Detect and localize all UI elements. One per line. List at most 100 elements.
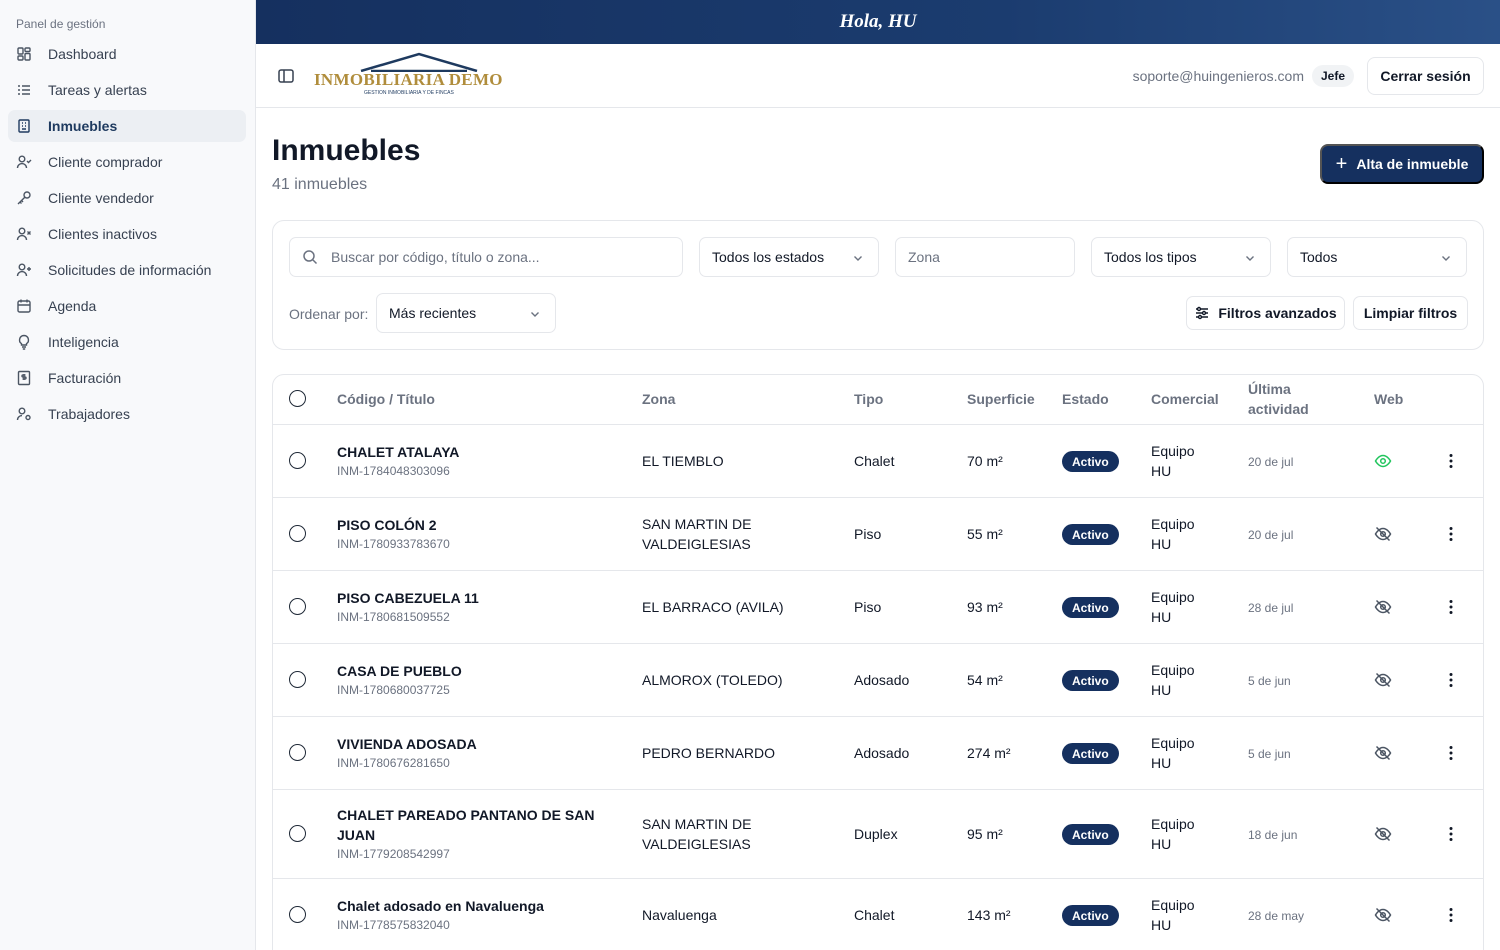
row-select-checkbox[interactable] (289, 525, 306, 542)
sidebar-item-label: Cliente vendedor (48, 190, 154, 206)
company-logo: INMOBILIARIA DEMO GESTION INMOBILIARIA Y… (314, 50, 514, 102)
property-title-line1[interactable]: CHALET PAREADO PANTANO DE SAN (337, 805, 594, 825)
page-title: Inmuebles (272, 134, 421, 167)
sidebar-item-facturacion[interactable]: Facturación (8, 362, 246, 394)
status-badge: Activo (1062, 905, 1119, 926)
property-comercial: Equipo HU (1151, 441, 1195, 481)
sidebar-item-agenda[interactable]: Agenda (8, 290, 246, 322)
table-row[interactable]: PISO CABEZUELA 11 INM-1780681509552 EL B… (273, 571, 1483, 644)
table-row[interactable]: CHALET ATALAYA INM-1784048303096 EL TIEM… (273, 425, 1483, 498)
sidebar-item-trabajadores[interactable]: Trabajadores (8, 398, 246, 430)
column-header-web[interactable]: Web (1374, 389, 1403, 409)
estado-select-value: Todos los estados (712, 249, 825, 265)
eye-icon[interactable] (1374, 452, 1392, 470)
property-code: INM-1780933783670 (337, 537, 450, 551)
select-all-checkbox[interactable] (289, 390, 306, 407)
more-actions-icon[interactable] (1442, 525, 1460, 543)
property-title-cell: PISO CABEZUELA 11 INM-1780681509552 (337, 588, 479, 626)
column-header-tipo[interactable]: Tipo (854, 389, 883, 409)
property-superficie: 143 m² (967, 907, 1011, 923)
sidebar-item-clientes-inactivos[interactable]: Clientes inactivos (8, 218, 246, 250)
logo-roof-icon (360, 52, 478, 72)
column-header-ultima-actividad[interactable]: Última actividad (1248, 379, 1309, 419)
property-code: INM-1784048303096 (337, 464, 450, 478)
eye-off-icon[interactable] (1374, 525, 1392, 543)
comercial-line1: Equipo (1151, 735, 1195, 751)
property-zona: PEDRO BERNARDO (642, 745, 776, 761)
zona-line1: SAN MARTIN DE (642, 516, 752, 532)
eye-off-icon[interactable] (1374, 825, 1392, 843)
column-header-zona[interactable]: Zona (642, 389, 675, 409)
more-actions-icon[interactable] (1442, 744, 1460, 762)
clear-filters-button[interactable]: Limpiar filtros (1353, 296, 1468, 330)
property-title[interactable]: Chalet adosado en Navaluenga (337, 896, 544, 916)
property-zona: Navaluenga (642, 907, 717, 923)
eye-off-icon[interactable] (1374, 744, 1392, 762)
property-title[interactable]: PISO CABEZUELA 11 (337, 588, 479, 608)
search-placeholder: Buscar por código, título o zona... (331, 249, 540, 265)
more-actions-icon[interactable] (1442, 825, 1460, 843)
properties-table: Código / Título Zona Tipo Superficie Est… (272, 374, 1484, 950)
sidebar-item-label: Dashboard (48, 46, 117, 62)
property-zona: SAN MARTIN DE VALDEIGLESIAS (642, 514, 751, 554)
sort-select[interactable]: Más recientes (376, 293, 556, 333)
column-header-superficie[interactable]: Superficie (967, 389, 1035, 409)
web-select[interactable]: Todos (1287, 237, 1467, 277)
table-row[interactable]: CHALET PAREADO PANTANO DE SAN JUAN INM-1… (273, 790, 1483, 879)
user-cog-icon (16, 406, 32, 422)
property-comercial: Equipo HU (1151, 587, 1195, 627)
advanced-filters-button[interactable]: Filtros avanzados (1186, 296, 1345, 330)
estado-select[interactable]: Todos los estados (699, 237, 879, 277)
column-header-estado[interactable]: Estado (1062, 389, 1109, 409)
row-select-checkbox[interactable] (289, 906, 306, 923)
property-title[interactable]: CASA DE PUEBLO (337, 661, 462, 681)
eye-off-icon[interactable] (1374, 598, 1392, 616)
property-title-cell: Chalet adosado en Navaluenga INM-1778575… (337, 896, 544, 934)
property-comercial: Equipo HU (1151, 733, 1195, 773)
search-input[interactable]: Buscar por código, título o zona... (289, 237, 683, 277)
sidebar-item-cliente-vendedor[interactable]: Cliente vendedor (8, 182, 246, 214)
row-select-checkbox[interactable] (289, 744, 306, 761)
more-actions-icon[interactable] (1442, 906, 1460, 924)
sidebar-item-dashboard[interactable]: Dashboard (8, 38, 246, 70)
top-header: INMOBILIARIA DEMO GESTION INMOBILIARIA Y… (256, 44, 1500, 108)
column-header-comercial[interactable]: Comercial (1151, 389, 1219, 409)
row-select-checkbox[interactable] (289, 671, 306, 688)
sidebar-nav: Dashboard Tareas y alertas Inmuebles Cli… (8, 38, 246, 434)
add-property-button[interactable]: + Alta de inmueble (1320, 144, 1484, 184)
sidebar-toggle-icon[interactable] (276, 66, 296, 86)
sort-select-value: Más recientes (389, 305, 477, 321)
row-select-checkbox[interactable] (289, 825, 306, 842)
sidebar-item-tareas[interactable]: Tareas y alertas (8, 74, 246, 106)
tipo-select[interactable]: Todos los tipos (1091, 237, 1271, 277)
row-select-checkbox[interactable] (289, 452, 306, 469)
sidebar-item-inteligencia[interactable]: Inteligencia (8, 326, 246, 358)
row-select-checkbox[interactable] (289, 598, 306, 615)
property-title[interactable]: VIVIENDA ADOSADA (337, 734, 477, 754)
more-actions-icon[interactable] (1442, 452, 1460, 470)
sidebar-item-inmuebles[interactable]: Inmuebles (8, 110, 246, 142)
table-row[interactable]: VIVIENDA ADOSADA INM-1780676281650 PEDRO… (273, 717, 1483, 790)
table-row[interactable]: CASA DE PUEBLO INM-1780680037725 ALMOROX… (273, 644, 1483, 717)
property-code: INM-1780681509552 (337, 610, 450, 624)
property-tipo: Piso (854, 526, 882, 542)
comercial-line1: Equipo (1151, 897, 1195, 913)
sidebar-item-solicitudes[interactable]: Solicitudes de información (8, 254, 246, 286)
zona-input[interactable]: Zona (895, 237, 1075, 277)
property-zona: EL BARRACO (AVILA) (642, 599, 784, 615)
logo-text: INMOBILIARIA DEMO (314, 70, 503, 89)
table-row[interactable]: PISO COLÓN 2 INM-1780933783670 SAN MARTI… (273, 498, 1483, 571)
eye-off-icon[interactable] (1374, 671, 1392, 689)
eye-off-icon[interactable] (1374, 906, 1392, 924)
property-title-line2[interactable]: JUAN (337, 825, 594, 845)
more-actions-icon[interactable] (1442, 598, 1460, 616)
table-row[interactable]: Chalet adosado en Navaluenga INM-1778575… (273, 879, 1483, 950)
more-actions-icon[interactable] (1442, 671, 1460, 689)
property-actividad: 28 de jul (1248, 601, 1294, 615)
property-superficie: 54 m² (967, 672, 1003, 688)
logout-button[interactable]: Cerrar sesión (1367, 57, 1484, 95)
sidebar-item-cliente-comprador[interactable]: Cliente comprador (8, 146, 246, 178)
property-title[interactable]: PISO COLÓN 2 (337, 515, 450, 535)
property-title[interactable]: CHALET ATALAYA (337, 442, 459, 462)
column-header-codigo[interactable]: Código / Título (337, 389, 435, 409)
